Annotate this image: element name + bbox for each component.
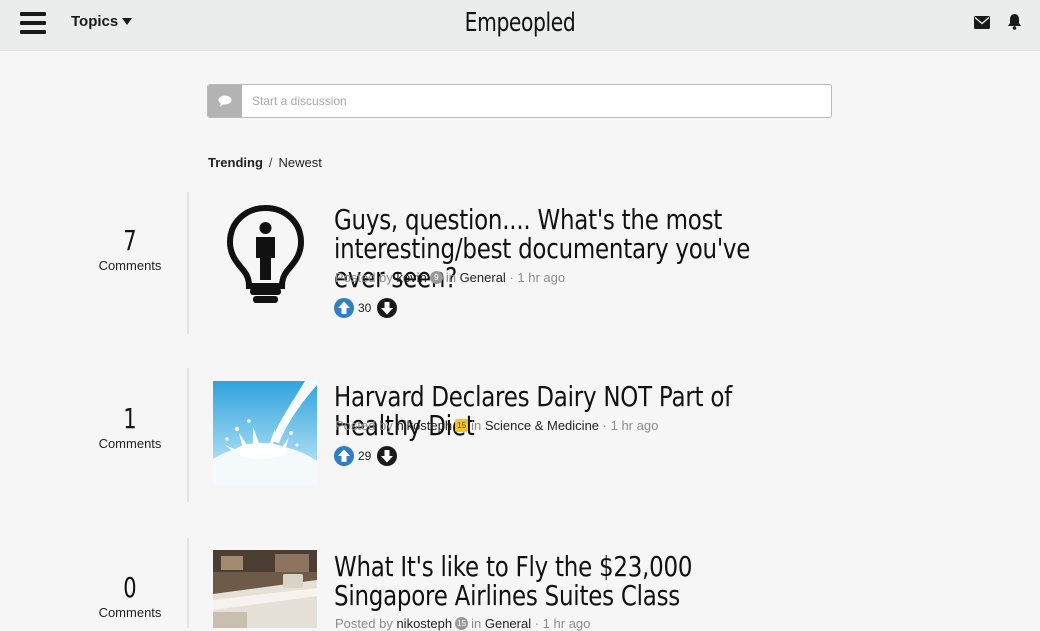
post-time: · 1 hr ago <box>509 270 566 285</box>
in-label: in <box>445 270 456 285</box>
sort-trending[interactable]: Trending <box>208 155 263 170</box>
post-meta: Posted by nikosteph 15 in Science & Medici… <box>335 418 658 433</box>
lightbulb-person-icon <box>226 204 305 303</box>
comment-count-block[interactable]: 7 Comments <box>80 224 180 274</box>
post-author[interactable]: nikosteph <box>396 418 452 433</box>
posted-by-label: Posted by <box>335 270 393 285</box>
comment-count-block[interactable]: 1 Comments <box>80 402 180 452</box>
post-topic[interactable]: General <box>485 616 531 631</box>
post-divider <box>187 192 189 334</box>
upvote-icon[interactable] <box>334 446 354 466</box>
downvote-icon[interactable] <box>377 298 397 318</box>
caret-down-icon <box>122 17 133 25</box>
brand-logo[interactable]: Empeopled <box>465 8 576 38</box>
user-badge: 9 <box>429 271 443 285</box>
start-discussion-bar[interactable] <box>207 84 832 118</box>
sort-separator: / <box>268 155 273 170</box>
sort-toggle: Trending / Newest <box>208 155 322 170</box>
user-badge: 15 <box>455 419 469 433</box>
in-label: in <box>471 418 482 433</box>
hamburger-icon[interactable] <box>20 12 46 34</box>
post-meta: Posted by nikosteph 15 in General · 1 hr a… <box>335 616 590 631</box>
chat-bubble-icon <box>218 95 232 107</box>
post-time: · 1 hr ago <box>602 418 659 433</box>
posted-by-label: Posted by <box>335 616 393 631</box>
post-meta: Posted by kevin 9 in General · 1 hr ago <box>335 270 565 285</box>
post-author[interactable]: nikosteph <box>396 616 452 631</box>
post-title[interactable]: What It's like to Fly the $23,000 Singap… <box>334 552 793 610</box>
envelope-icon[interactable] <box>974 16 990 29</box>
post-author[interactable]: kevin <box>396 270 426 285</box>
vote-count: 29 <box>358 449 372 463</box>
downvote-icon[interactable] <box>377 446 397 466</box>
posted-by-label: Posted by <box>335 418 393 433</box>
comment-count-block[interactable]: 0 Comments <box>80 571 180 621</box>
milk-splash-image <box>213 381 317 485</box>
brand-wrapper: Empeopled <box>114 8 925 38</box>
post-divider <box>187 538 189 628</box>
post-topic[interactable]: Science & Medicine <box>485 418 599 433</box>
topics-label: Topics <box>71 13 119 30</box>
post-thumbnail[interactable] <box>213 202 318 307</box>
in-label: in <box>471 616 482 631</box>
comment-count: 1 <box>123 402 137 435</box>
comments-label: Comments <box>98 605 162 620</box>
comments-label: Comments <box>98 258 162 273</box>
user-badge: 15 <box>455 617 469 631</box>
airline-suite-image <box>213 550 317 628</box>
comment-count: 7 <box>123 224 137 257</box>
top-bar: Topics Empeopled <box>0 0 1040 51</box>
bell-icon[interactable] <box>1007 13 1022 30</box>
post-thumbnail[interactable] <box>213 550 317 628</box>
vote-count: 30 <box>358 301 372 315</box>
topics-dropdown[interactable]: Topics <box>71 13 133 30</box>
post-topic[interactable]: General <box>460 270 506 285</box>
chat-bubble-icon-box <box>208 85 242 117</box>
post-divider <box>187 368 189 502</box>
sort-newest[interactable]: Newest <box>279 155 322 170</box>
comment-count: 0 <box>123 571 137 604</box>
post-thumbnail[interactable] <box>213 381 317 485</box>
start-discussion-input[interactable] <box>252 85 822 117</box>
post-time: · 1 hr ago <box>534 616 591 631</box>
comments-label: Comments <box>98 436 162 451</box>
upvote-icon[interactable] <box>334 298 354 318</box>
